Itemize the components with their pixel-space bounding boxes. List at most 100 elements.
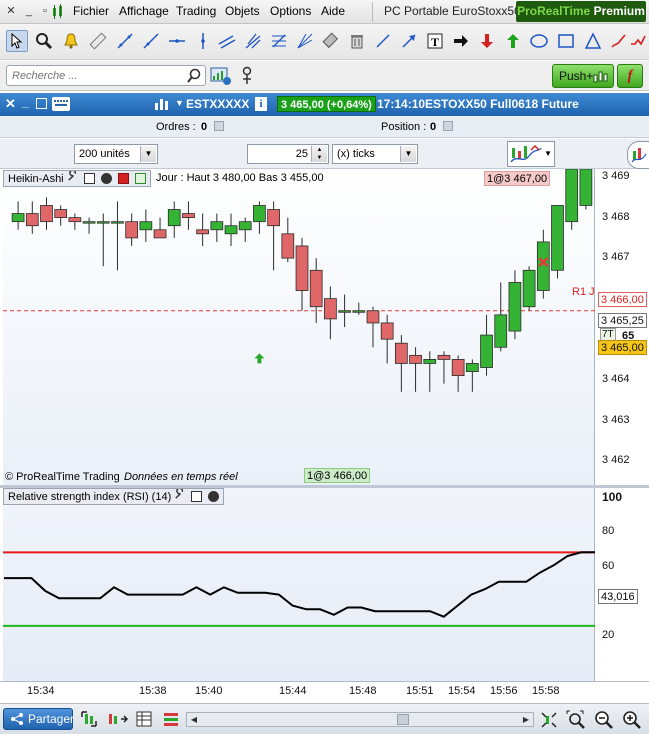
panel-close-icon[interactable] — [208, 491, 220, 502]
window-close-icon[interactable]: ✕ — [5, 96, 16, 112]
share-label: Partager — [28, 712, 75, 726]
menu-aide[interactable]: Aide — [321, 4, 345, 18]
menu-trading[interactable]: Trading — [176, 4, 216, 18]
zoom-out-icon[interactable] — [594, 710, 614, 733]
candle — [565, 169, 579, 230]
ticks-spinner[interactable]: 25 ▲ ▼ — [247, 144, 329, 164]
horizontal-line-icon[interactable] — [166, 30, 188, 52]
candle — [167, 201, 181, 238]
candle — [352, 302, 366, 315]
ruler-tool-icon[interactable] — [87, 30, 109, 52]
fit-chart-icon[interactable] — [540, 711, 558, 732]
x-tick: 15:44 — [279, 685, 307, 697]
text-tool-icon[interactable]: T — [424, 30, 446, 52]
panel-window-icon[interactable] — [83, 173, 95, 184]
screener-icon[interactable] — [210, 66, 232, 86]
x-tick: 15:56 — [490, 685, 518, 697]
zoom-tool-icon[interactable] — [33, 30, 55, 52]
instrument-name: ESTOXX50 Full0618 Future — [425, 97, 579, 111]
eraser-tool-icon[interactable] — [320, 30, 342, 52]
units-select[interactable]: 200 unités ▼ — [74, 144, 158, 164]
freehand-tool-icon[interactable] — [627, 30, 649, 52]
list-view-icon[interactable] — [162, 711, 180, 730]
panel-window-icon[interactable] — [191, 491, 203, 502]
bar-chart-icon[interactable] — [154, 97, 170, 114]
compress-chart-icon[interactable] — [104, 710, 130, 731]
zoom-in-icon[interactable] — [622, 710, 642, 733]
line-segment-icon[interactable] — [372, 30, 394, 52]
pitchfork-tool-icon[interactable] — [242, 30, 264, 52]
panel-flag-down-icon[interactable] — [117, 173, 129, 184]
menu-fichier[interactable]: Fichier — [73, 4, 109, 18]
order-tag-top[interactable]: 1@3 467,00 — [484, 171, 551, 186]
candle — [54, 205, 68, 226]
probe-icon[interactable] — [238, 66, 256, 86]
auto-zoom-icon[interactable] — [566, 710, 586, 733]
panel-arrow-up-icon[interactable] — [134, 173, 146, 184]
indicators-icon — [510, 144, 542, 163]
scroll-thumb[interactable] — [397, 714, 409, 725]
window-maximize-icon[interactable] — [36, 98, 47, 109]
day-high-low-info: Jour : Haut 3 480,00 Bas 3 455,00 — [156, 172, 324, 184]
close-icon[interactable]: ✕ — [4, 4, 18, 18]
trendline-tool-icon[interactable] — [114, 30, 136, 52]
fibonacci-tool-icon[interactable] — [268, 30, 290, 52]
candle-body-up — [224, 225, 238, 235]
candle — [465, 359, 479, 392]
order-tag-bottom[interactable]: 1@3 466,00 — [304, 468, 371, 483]
candle — [366, 306, 380, 348]
wrench-icon[interactable] — [174, 487, 188, 503]
trash-icon[interactable] — [346, 30, 368, 52]
arrow-right-icon[interactable] — [450, 30, 472, 52]
candle — [395, 335, 408, 392]
formula-button[interactable]: f — [617, 64, 643, 88]
menu-objets[interactable]: Objets — [225, 4, 260, 18]
share-button[interactable]: Partager — [3, 708, 75, 730]
candle — [224, 213, 238, 246]
arrow-up-green-icon[interactable] — [502, 30, 524, 52]
ticker-label[interactable]: ESTXXXXX — [186, 97, 249, 111]
arrow-down-red-icon[interactable] — [476, 30, 498, 52]
y-tick-3469: 3 469 — [602, 170, 630, 182]
candle — [96, 213, 110, 267]
svg-text:T: T — [431, 35, 439, 49]
arrow-line-icon[interactable] — [398, 30, 420, 52]
ticks-unit-select[interactable]: (x) ticks ▼ — [332, 144, 418, 164]
wrench-icon[interactable] — [67, 169, 81, 185]
panel-close-icon[interactable] — [100, 173, 112, 184]
gann-fan-icon[interactable] — [294, 30, 316, 52]
orders-close-icon[interactable] — [211, 121, 224, 133]
menu-affichage[interactable]: Affichage — [119, 4, 169, 18]
indicator-menu-button[interactable]: ▼ — [507, 141, 555, 167]
rectangle-tool-icon[interactable] — [555, 30, 577, 52]
candle — [139, 209, 153, 242]
push-plus-button[interactable]: Push+ — [552, 64, 614, 88]
scroll-left-icon[interactable]: ◀ — [187, 713, 201, 726]
search-input[interactable] — [6, 65, 206, 86]
table-view-icon[interactable] — [136, 711, 152, 730]
triangle-tool-icon[interactable] — [582, 30, 604, 52]
candle-body-up — [579, 169, 593, 206]
scroll-right-icon[interactable]: ▶ — [519, 713, 533, 726]
channel-tool-icon[interactable] — [216, 30, 238, 52]
ticker-dropdown-icon[interactable]: ▼ — [175, 98, 184, 108]
ray-tool-icon[interactable] — [140, 30, 162, 52]
menu-options[interactable]: Options — [270, 4, 311, 18]
window-minimize-icon[interactable]: _ — [22, 95, 29, 109]
keyboard-icon[interactable] — [52, 97, 70, 111]
alert-bell-icon[interactable] — [60, 30, 82, 52]
window-title: PC Portable EuroStoxx50 — [384, 4, 521, 18]
horizontal-scrollbar[interactable]: ◀ ▶ — [186, 712, 534, 727]
position-close-icon[interactable] — [440, 121, 453, 133]
side-panel-toggle[interactable] — [627, 141, 649, 169]
search-icon[interactable] — [186, 68, 202, 84]
expand-chart-icon[interactable] — [80, 710, 98, 731]
minimize-icon[interactable]: _ — [22, 4, 36, 18]
info-icon[interactable]: i — [255, 97, 267, 111]
restore-icon[interactable]: ▫ — [38, 4, 52, 18]
pointer-tool-icon[interactable] — [6, 30, 28, 52]
spinner-arrows-icon[interactable]: ▲ ▼ — [311, 146, 327, 162]
vertical-line-icon[interactable] — [192, 30, 214, 52]
ellipse-tool-icon[interactable] — [528, 30, 550, 52]
candle — [111, 201, 124, 271]
